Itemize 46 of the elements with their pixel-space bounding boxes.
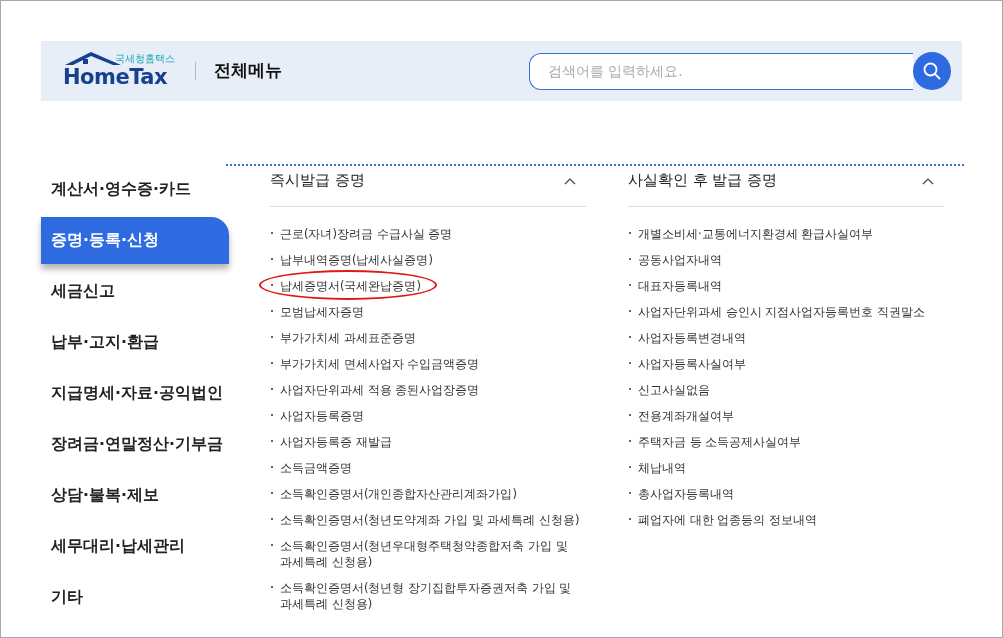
menu-link[interactable]: 사업자단위과세 승인시 지점사업자등록번호 직권말소 [638, 304, 925, 320]
menu-link[interactable]: 모범납세자증명 [280, 304, 364, 320]
section-title: 즉시발급 증명 [270, 171, 365, 190]
menu-link[interactable]: 공동사업자내역 [638, 252, 722, 268]
menu-link[interactable]: 소득확인증명서(청년형 장기집합투자증권저축 가입 및 과세특례 신청용) [280, 580, 586, 612]
menu-link[interactable]: 소득확인증명서(청년우대형주택청약종합저축 가입 및 과세특례 신청용) [280, 538, 586, 570]
search-icon [923, 62, 941, 80]
menu-link[interactable]: 소득확인증명서(청년도약계좌 가입 및 과세특례 신청용) [280, 512, 580, 528]
search-input[interactable]: 검색어를 입력하세요. [548, 60, 895, 82]
sidebar-menu-item[interactable]: 기타 [41, 572, 229, 623]
menu-link[interactable]: 납부내역증명(납세사실증명) [280, 252, 433, 268]
menu-link[interactable]: 납세증명서(국세완납증명) [280, 278, 421, 294]
collapse-chevron-icon[interactable] [922, 177, 934, 185]
menu-link[interactable]: 소득확인증명서(개인종합자산관리계좌가입) [280, 486, 517, 502]
menu-link[interactable]: 주택자금 등 소득공제사실여부 [638, 434, 802, 450]
search-button[interactable] [913, 52, 951, 90]
page-title: 전체메뉴 [214, 59, 282, 83]
sidebar-menu-item[interactable]: 세무대리·납세관리 [41, 521, 229, 572]
menu-link[interactable]: 사업자등록증 재발급 [280, 434, 392, 450]
sidebar-menu-item[interactable]: 상담·불복·제보 [41, 470, 229, 521]
sidebar-menu-item[interactable]: 지급명세·자료·공익법인 [41, 368, 229, 419]
menu-link[interactable]: 신고사실없음 [638, 382, 710, 398]
menu-link[interactable]: 사업자단위과세 적용 종된사업장증명 [280, 382, 480, 398]
sidebar-menu-item[interactable]: 장려금·연말정산·기부금 [41, 419, 229, 470]
menu-link[interactable]: 대표자등록내역 [638, 278, 722, 294]
sidebar-menu-item[interactable]: 증명·등록·신청 [41, 217, 229, 264]
menu-link[interactable]: 소득금액증명 [280, 460, 352, 476]
search-field[interactable]: 검색어를 입력하세요. [529, 52, 913, 90]
menu-link[interactable]: 개별소비세·교통에너지환경세 환급사실여부 [638, 226, 874, 242]
menu-link[interactable]: 사업자등록증명 [280, 408, 364, 424]
sidebar-menu-item[interactable]: 세금신고 [41, 266, 229, 317]
menu-link[interactable]: 총사업자등록내역 [638, 486, 734, 502]
menu-link[interactable]: 부가가치세 과세표준증명 [280, 330, 416, 346]
section-title: 사실확인 후 발급 증명 [628, 171, 777, 190]
menu-link[interactable]: 전용계좌개설여부 [638, 408, 734, 424]
menu-link[interactable]: 근로(자녀)장려금 수급사실 증명 [280, 226, 453, 242]
sidebar-menu-item[interactable]: 납부·고지·환급 [41, 317, 229, 368]
menu-link[interactable]: 사업자등록변경내역 [638, 330, 746, 346]
logo-text[interactable]: HomeTax [63, 66, 175, 88]
menu-link[interactable]: 폐업자에 대한 업종등의 정보내역 [638, 512, 817, 528]
menu-link[interactable]: 부가가치세 면세사업자 수입금액증명 [280, 356, 480, 372]
menu-link[interactable]: 사업자등록사실여부 [638, 356, 746, 372]
logo-subtitle: 국세청홈택스 [115, 54, 175, 64]
menu-link[interactable]: 체납내역 [638, 460, 686, 476]
collapse-chevron-icon[interactable] [564, 177, 576, 185]
sidebar-menu-item[interactable]: 계산서·영수증·카드 [41, 164, 229, 215]
